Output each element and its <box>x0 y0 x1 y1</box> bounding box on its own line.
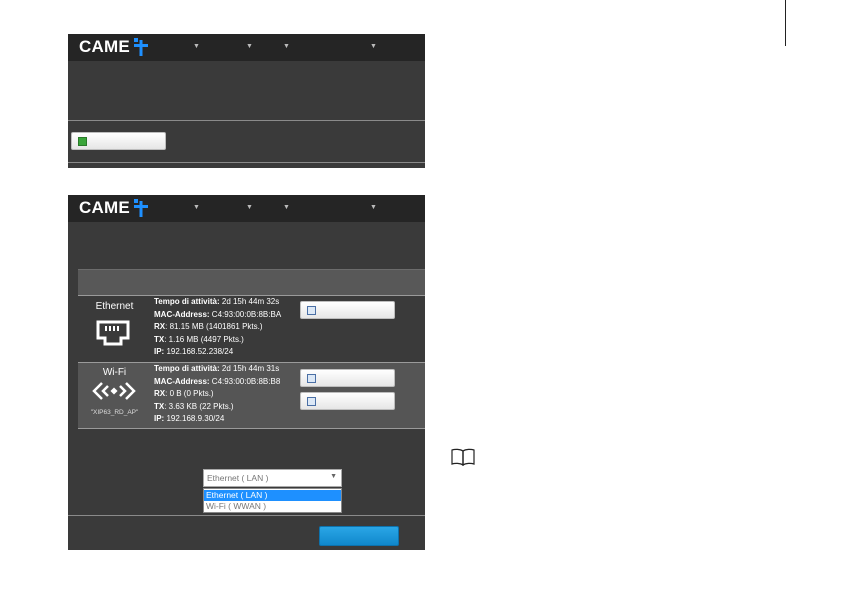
nav-menu-3-chevron-down-icon[interactable]: ▼ <box>283 43 290 50</box>
logo-text: CAME <box>79 198 130 217</box>
ethernet-rx-line: RX: 81.15 MB (1401861 Pkts.) <box>154 322 263 332</box>
scan-icon <box>307 397 316 406</box>
nav-menu-3-chevron-down-icon[interactable]: ▼ <box>283 204 290 211</box>
came-logo: CAME <box>79 198 148 218</box>
wifi-uptime-line: Tempo di attività: 2d 15h 44m 31s <box>154 364 280 373</box>
book-icon <box>451 448 475 466</box>
network-panel: CAME ▼ ▼ ▼ ▼ Ethernet Tempo di attività:… <box>68 195 425 550</box>
ethernet-label: Ethernet <box>95 301 134 312</box>
page-crop-mark <box>785 0 786 46</box>
interfaces-table-header <box>78 269 425 296</box>
select-option-ethernet[interactable]: Ethernet ( LAN ) <box>204 490 341 501</box>
edit-icon <box>307 374 316 383</box>
nav-menu-2-chevron-down-icon[interactable]: ▼ <box>246 43 253 50</box>
chevron-down-icon: ▼ <box>330 473 337 480</box>
wifi-rx-line: RX: 0 B (0 Pkts.) <box>154 389 214 399</box>
wifi-tx-line: TX: 3.63 KB (22 Pkts.) <box>154 401 234 411</box>
ethernet-tx-line: TX: 1.16 MB (4497 Pkts.) <box>154 334 244 344</box>
ethernet-edit-button[interactable] <box>300 301 395 319</box>
nav-menu-1-chevron-down-icon[interactable]: ▼ <box>193 43 200 50</box>
select-option-wifi[interactable]: Wi-Fi ( WWAN ) <box>204 501 341 512</box>
wifi-ip-line: IP: 192.168.9.30/24 <box>154 414 225 424</box>
interface-row-wifi: Wi-Fi "XIP63_RD_AP" Tempo di attività: 2… <box>78 362 425 429</box>
came-logo-mark-icon <box>133 38 148 56</box>
came-logo: CAME <box>79 37 148 57</box>
network-navbar: CAME ▼ ▼ ▼ ▼ <box>68 195 425 222</box>
wifi-scan-button[interactable] <box>300 392 395 410</box>
add-icon <box>78 137 87 146</box>
top-panel: CAME ▼ ▼ ▼ ▼ <box>68 34 425 168</box>
logo-text: CAME <box>79 37 130 56</box>
nav-menu-2-chevron-down-icon[interactable]: ▼ <box>246 204 253 211</box>
came-logo-mark-icon <box>133 199 148 217</box>
wifi-diamonds-icon <box>92 382 136 400</box>
nav-menu-4-chevron-down-icon[interactable]: ▼ <box>370 43 377 50</box>
edit-icon <box>307 306 316 315</box>
select-options-list: Ethernet ( LAN ) Wi-Fi ( WWAN ) <box>203 488 342 513</box>
wifi-mac-line: MAC-Address: C4:93:00:0B:8B:B8 <box>154 376 281 386</box>
interface-row-ethernet: Ethernet Tempo di attività: 2d 15h 44m 3… <box>78 295 425 362</box>
wifi-ssid: "XIP63_RD_AP" <box>90 409 139 416</box>
nav-menu-1-chevron-down-icon[interactable]: ▼ <box>193 204 200 211</box>
nav-menu-4-chevron-down-icon[interactable]: ▼ <box>370 204 377 211</box>
footer-divider <box>68 515 425 516</box>
top-divider-1 <box>68 120 425 121</box>
wifi-edit-button[interactable] <box>300 369 395 387</box>
top-navbar: CAME ▼ ▼ ▼ ▼ <box>68 34 425 61</box>
wifi-label: Wi-Fi <box>102 367 127 378</box>
ethernet-port-icon <box>96 320 130 346</box>
ethernet-mac-line: MAC-Address: C4:93:00:0B:8B:BA <box>154 309 282 319</box>
network-interface-select[interactable]: Ethernet ( LAN ) ▼ <box>203 469 342 487</box>
save-button[interactable] <box>319 526 399 546</box>
top-divider-2 <box>68 162 425 163</box>
ethernet-status-info: Tempo di attività: 2d 15h 44m 32s MAC-Ad… <box>154 296 281 359</box>
ethernet-ip-line: IP: 192.168.52.238/24 <box>154 347 234 357</box>
wifi-status-info: Tempo di attività: 2d 15h 44m 31s MAC-Ad… <box>154 363 280 426</box>
ethernet-uptime-line: Tempo di attività: 2d 15h 44m 32s <box>154 297 280 306</box>
add-button[interactable] <box>71 132 166 150</box>
select-current-value: Ethernet ( LAN ) <box>207 473 269 483</box>
